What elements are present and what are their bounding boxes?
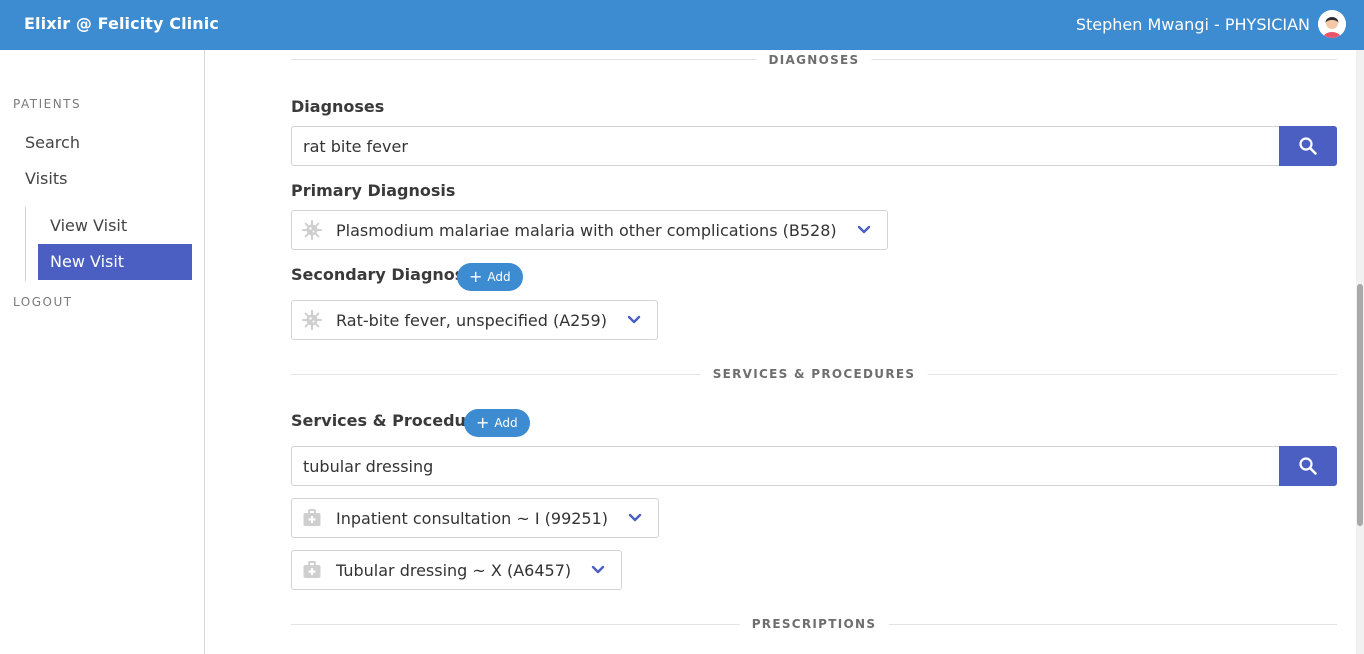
diagnoses-search-button[interactable] <box>1279 126 1337 166</box>
search-icon <box>1299 457 1317 475</box>
medical-kit-icon <box>302 508 322 528</box>
diagnoses-label: Diagnoses <box>291 97 385 116</box>
sidebar-item-search[interactable]: Search <box>25 133 80 152</box>
sidebar-item-visits[interactable]: Visits <box>25 169 67 188</box>
service-item-select[interactable]: Inpatient consultation ~ I (99251) <box>291 498 660 538</box>
medical-kit-icon <box>302 560 322 580</box>
sidebar-section-patients: PATIENTS <box>13 97 82 111</box>
plus-icon: + <box>476 413 490 432</box>
page-scrollbar[interactable] <box>1356 50 1364 654</box>
user-avatar-icon[interactable] <box>1318 10 1346 38</box>
user-name[interactable]: Stephen Mwangi - PHYSICIAN <box>1076 15 1310 34</box>
virus-icon <box>302 310 322 330</box>
chevron-down-icon[interactable] <box>627 315 641 325</box>
chevron-down-icon[interactable] <box>591 565 605 575</box>
service-item-value: Inpatient consultation ~ I (99251) <box>336 508 609 528</box>
add-service-button[interactable]: + Add <box>464 409 530 437</box>
secondary-diagnosis-select[interactable]: Rat-bite fever, unspecified (A259) <box>291 300 658 340</box>
secondary-diagnoses-label: Secondary Diagnoses <box>291 265 485 284</box>
add-button-label: Add <box>487 270 511 284</box>
primary-diagnosis-label: Primary Diagnosis <box>291 181 456 200</box>
add-secondary-diagnosis-button[interactable]: + Add <box>457 263 523 291</box>
services-search-button[interactable] <box>1279 446 1337 486</box>
primary-diagnosis-select[interactable]: Plasmodium malariae malaria with other c… <box>291 210 888 250</box>
plus-icon: + <box>469 267 483 286</box>
services-search-input[interactable] <box>291 446 1280 486</box>
chevron-down-icon[interactable] <box>628 513 642 523</box>
sidebar: PATIENTS Search Visits View Visit New Vi… <box>0 50 205 654</box>
secondary-diagnosis-value: Rat-bite fever, unspecified (A259) <box>336 310 607 330</box>
submenu-divider <box>25 207 26 281</box>
sidebar-item-view-visit[interactable]: View Visit <box>38 208 192 244</box>
section-heading-prescriptions: PRESCRIPTIONS <box>739 617 889 631</box>
sidebar-logout[interactable]: LOGOUT <box>13 295 73 309</box>
service-item-value: Tubular dressing ~ X (A6457) <box>336 560 572 580</box>
virus-icon <box>302 220 322 240</box>
sidebar-item-new-visit[interactable]: New Visit <box>38 244 192 280</box>
search-icon <box>1299 137 1317 155</box>
primary-diagnosis-value: Plasmodium malariae malaria with other c… <box>336 220 837 240</box>
add-button-label: Add <box>494 416 518 430</box>
scrollbar-thumb[interactable] <box>1357 284 1363 526</box>
section-heading-diagnoses: DIAGNOSES <box>756 53 872 67</box>
chevron-down-icon[interactable] <box>857 225 871 235</box>
top-bar: Elixir @ Felicity Clinic Stephen Mwangi … <box>0 0 1364 50</box>
section-heading-services: SERVICES & PROCEDURES <box>700 367 928 381</box>
diagnoses-search-input[interactable] <box>291 126 1280 166</box>
service-item-select[interactable]: Tubular dressing ~ X (A6457) <box>291 550 623 590</box>
app-title[interactable]: Elixir @ Felicity Clinic <box>24 14 219 33</box>
visit-form: DIAGNOSES Diagnoses Primary Diagnosis Pl… <box>206 50 1356 654</box>
